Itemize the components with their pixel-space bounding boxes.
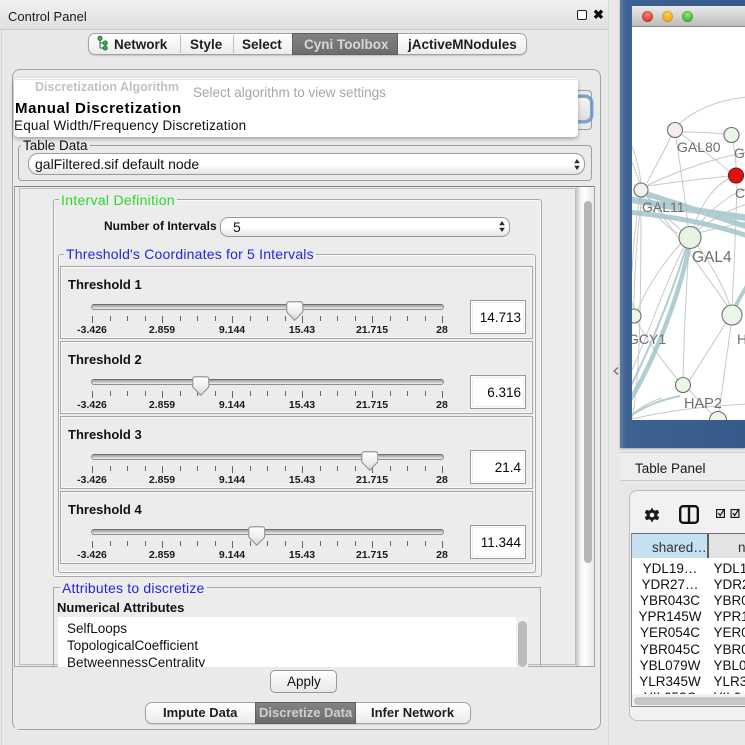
svg-text:GAL11: GAL11 <box>642 199 685 215</box>
svg-text:HAP2: HAP2 <box>684 396 722 412</box>
svg-text:GCY1: GCY1 <box>632 331 666 347</box>
svg-text:H: H <box>737 331 745 347</box>
svg-text:GAL80: GAL80 <box>677 139 721 155</box>
svg-text:C: C <box>735 185 745 201</box>
svg-text:G.: G. <box>734 145 745 161</box>
svg-text:GAL4: GAL4 <box>692 249 732 266</box>
